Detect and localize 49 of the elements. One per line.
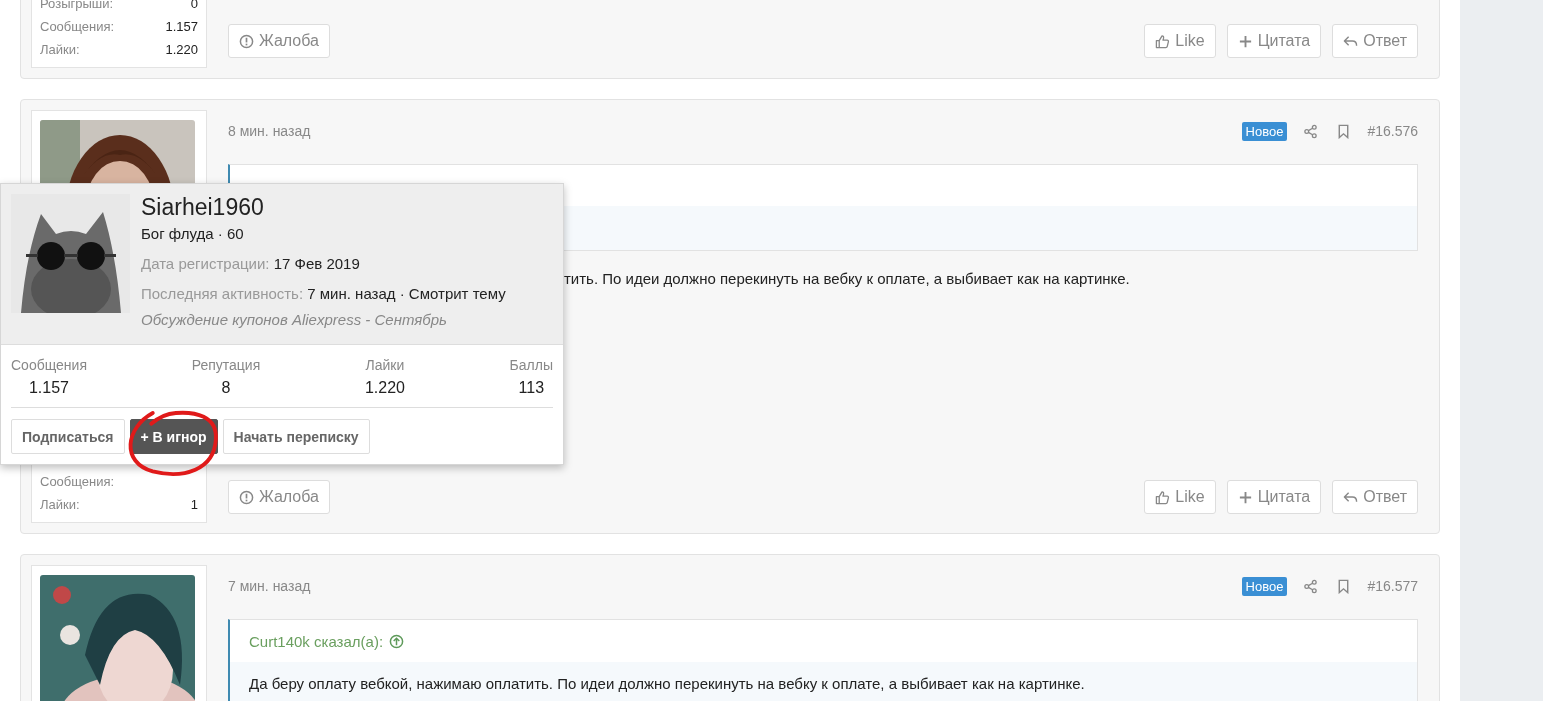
member-name[interactable]: Siarhei1960: [141, 194, 506, 220]
action-button[interactable]: Начать переписку: [222, 419, 370, 454]
stat-label: Сообщения: [11, 357, 87, 373]
field-value: 17 Фев 2019: [273, 255, 360, 272]
stat-label: Лайки:: [40, 41, 80, 59]
stat-value: 1.220: [364, 379, 405, 397]
post-time[interactable]: 7 мин. назад: [228, 578, 311, 594]
action-button[interactable]: Подписаться: [11, 419, 125, 454]
thumbs-up-icon: [1155, 33, 1171, 49]
stat-label: Сообщения:: [40, 473, 115, 491]
report-button[interactable]: Жалоба: [228, 24, 330, 58]
quote-author-link[interactable]: Curt140k сказал(а):: [249, 632, 384, 650]
stat-value: 1.157: [28, 379, 69, 397]
post-text: тить. По идеи должно перекинуть на вебку к оплате, а выбивает как на картинке.: [564, 269, 1131, 289]
stat-value: 1: [190, 496, 198, 514]
new-badge: Новое: [1241, 121, 1288, 141]
field-value: 7 мин. назад · Смотрит тему: [307, 285, 506, 302]
share-icon[interactable]: [1303, 578, 1319, 594]
stat-label: Лайки:: [40, 496, 80, 514]
like-button[interactable]: Like: [1144, 480, 1216, 514]
field-label: Дата регистрации:: [141, 255, 270, 272]
field-label: Последняя активность:: [141, 285, 304, 302]
like-button[interactable]: Like: [1144, 24, 1216, 58]
quote-text: Да беру оплату вебкой, нажимаю оплатить. По идеи должно перекинуть на вебку к оплате, а выбивает как на картинке.: [249, 675, 1085, 692]
share-icon[interactable]: [1303, 123, 1319, 139]
plus-icon: [1237, 33, 1253, 49]
stat-value: 113: [518, 379, 545, 397]
stat-label: Лайки: [365, 357, 405, 373]
plus-icon: [1237, 489, 1253, 505]
member-title: Бог флуда · 60: [141, 224, 245, 244]
quote-button[interactable]: Цитата: [1226, 480, 1322, 514]
stat-value: 8: [221, 379, 231, 397]
stat-label: Баллы: [509, 357, 553, 373]
post-number[interactable]: #16.577: [1367, 578, 1418, 594]
report-button[interactable]: Жалоба: [228, 480, 330, 514]
post-number[interactable]: #16.576: [1367, 123, 1418, 139]
new-badge: Новое: [1241, 576, 1288, 596]
thread-link[interactable]: Обсуждение купонов Aliexpress - Сентябрь: [141, 310, 506, 330]
post-time[interactable]: 8 мин. назад: [228, 123, 311, 139]
stat-label: Репутация: [191, 357, 261, 373]
reply-button[interactable]: Ответ: [1332, 24, 1418, 58]
stat-value: 1.220: [165, 41, 198, 59]
reply-button[interactable]: Ответ: [1332, 480, 1418, 514]
stat-value: 1.157: [165, 18, 198, 36]
thumbs-up-icon: [1155, 489, 1171, 505]
stat-label: Сообщения:: [40, 18, 115, 36]
quote-button[interactable]: Цитата: [1226, 24, 1322, 58]
warning-icon: [239, 33, 254, 49]
warning-icon: [239, 489, 254, 505]
